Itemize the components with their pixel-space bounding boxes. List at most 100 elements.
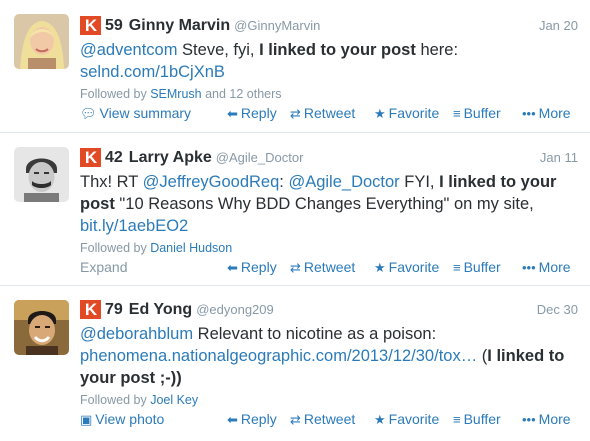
tweet-actions: Expand ⬅︎ Reply ⇄ Retweet ★ Favorite ≡ Buffe…	[80, 259, 578, 279]
followed-by: Followed by Joel Key	[80, 393, 578, 407]
avatar[interactable]	[14, 147, 69, 202]
buffer-button[interactable]: ≡ Buffer	[453, 105, 501, 121]
followed-by: Followed by Daniel Hudson	[80, 241, 578, 255]
retweet-button[interactable]: ⇄ Retweet	[290, 411, 355, 428]
more-label: More	[538, 411, 571, 427]
favorite-button[interactable]: ★ Favorite	[374, 259, 439, 276]
reply-label: Reply	[240, 411, 277, 427]
followed-prefix: Followed by	[80, 87, 151, 101]
tweet-actions: ▣ View photo ⬅︎ Reply ⇄ Retweet ★ Favorite ≡…	[80, 411, 578, 431]
mention-link[interactable]: @deborahblum	[80, 325, 193, 343]
text-segment: ;-))	[155, 369, 182, 387]
url-link[interactable]: bit.ly/1aebEO2	[80, 217, 188, 235]
text-segment: here:	[415, 41, 459, 59]
tweet-item[interactable]: K 59 Ginny Marvin @GinnyMarvin Jan 20 @adve…	[0, 0, 590, 133]
text-segment: Relevant to nicotine as a poison:	[193, 325, 437, 343]
tweet-timeline: K 59 Ginny Marvin @GinnyMarvin Jan 20 @adve…	[0, 0, 590, 441]
followed-suffix: and 12 others	[201, 87, 282, 101]
author-name[interactable]: Larry Apke	[129, 149, 212, 166]
view-summary-label: View summary	[99, 105, 192, 121]
followed-prefix: Followed by	[80, 241, 151, 255]
author-name[interactable]: Ginny Marvin	[129, 17, 230, 34]
favorite-label: Favorite	[388, 105, 440, 121]
followed-by: Followed by SEMrush and 12 others	[80, 87, 578, 101]
view-summary-button[interactable]: 💬︎ View summary	[80, 105, 191, 122]
mention-link[interactable]: @JeffreyGoodReq	[143, 173, 280, 191]
tweet-timestamp[interactable]: Jan 11	[540, 150, 578, 165]
buffer-label: Buffer	[463, 259, 501, 275]
more-button[interactable]: ••• More	[522, 259, 571, 275]
bold-text: I linked to your post	[259, 41, 416, 59]
dots-icon: •••	[522, 106, 536, 121]
favorite-label: Favorite	[388, 411, 440, 427]
retweet-label: Retweet	[303, 105, 356, 121]
avatar-photo-icon	[14, 147, 69, 202]
buffer-label: Buffer	[463, 105, 501, 121]
klout-badge-icon: K	[80, 148, 101, 167]
tweet-text: @deborahblum Relevant to nicotine as a p…	[80, 323, 578, 389]
retweet-button[interactable]: ⇄ Retweet	[290, 105, 355, 122]
tweet-item[interactable]: K 79 Ed Yong @edyong209 Dec 30 @deborahblum…	[0, 286, 590, 441]
photo-icon: ▣	[80, 412, 93, 427]
author-handle[interactable]: @edyong209	[196, 302, 274, 317]
reply-arrow-icon: ⬅︎	[227, 260, 238, 275]
star-icon: ★	[374, 106, 386, 121]
reply-label: Reply	[240, 259, 277, 275]
reply-arrow-icon: ⬅︎	[227, 106, 238, 121]
star-icon: ★	[374, 412, 386, 427]
view-photo-label: View photo	[95, 411, 165, 427]
follower-link[interactable]: Joel Key	[150, 393, 198, 407]
view-photo-button[interactable]: ▣ View photo	[80, 411, 164, 428]
reply-button[interactable]: ⬅︎ Reply	[227, 105, 277, 122]
text-segment: Thx! RT	[80, 173, 143, 191]
author-handle[interactable]: @Agile_Doctor	[216, 150, 304, 165]
expand-button[interactable]: Expand	[80, 259, 127, 275]
tweet-text: @adventcom Steve, fyi, I linked to your …	[80, 39, 578, 83]
klout-badge-icon: K	[80, 300, 101, 319]
text-segment: FYI,	[399, 173, 440, 191]
reply-arrow-icon: ⬅︎	[227, 412, 238, 427]
retweet-icon: ⇄	[290, 106, 301, 121]
retweet-label: Retweet	[303, 411, 356, 427]
klout-badge-icon: K	[80, 16, 101, 35]
url-link[interactable]: phenomena.nationalgeographic.com/2013/12…	[80, 347, 477, 365]
more-label: More	[538, 259, 571, 275]
followed-prefix: Followed by	[80, 393, 151, 407]
dots-icon: •••	[522, 412, 536, 427]
mention-link[interactable]: @adventcom	[80, 41, 177, 59]
author-name[interactable]: Ed Yong	[129, 301, 192, 318]
tweet-timestamp[interactable]: Jan 20	[539, 18, 578, 33]
buffer-stack-icon: ≡	[453, 412, 461, 427]
follower-link[interactable]: SEMrush	[150, 87, 201, 101]
buffer-button[interactable]: ≡ Buffer	[453, 411, 501, 427]
favorite-label: Favorite	[388, 259, 440, 275]
author-handle[interactable]: @GinnyMarvin	[234, 18, 320, 33]
more-label: More	[538, 105, 571, 121]
reply-button[interactable]: ⬅︎ Reply	[227, 259, 277, 276]
reply-button[interactable]: ⬅︎ Reply	[227, 411, 277, 428]
mention-link[interactable]: @Agile_Doctor	[288, 173, 399, 191]
text-segment: "10 Reasons Why BDD Changes Everything" …	[114, 195, 534, 213]
buffer-button[interactable]: ≡ Buffer	[453, 259, 501, 275]
retweet-label: Retweet	[303, 259, 356, 275]
more-button[interactable]: ••• More	[522, 105, 571, 121]
more-button[interactable]: ••• More	[522, 411, 571, 427]
avatar-photo-icon	[14, 300, 69, 355]
follower-link[interactable]: Daniel Hudson	[150, 241, 232, 255]
tweet-actions: 💬︎ View summary ⬅︎ Reply ⇄ Retweet ★ Favorit…	[80, 105, 578, 125]
tweet-timestamp[interactable]: Dec 30	[537, 302, 578, 317]
retweet-icon: ⇄	[290, 260, 301, 275]
dots-icon: •••	[522, 260, 536, 275]
favorite-button[interactable]: ★ Favorite	[374, 411, 439, 428]
star-icon: ★	[374, 260, 386, 275]
buffer-stack-icon: ≡	[453, 106, 461, 121]
reply-label: Reply	[240, 105, 277, 121]
favorite-button[interactable]: ★ Favorite	[374, 105, 439, 122]
avatar[interactable]	[14, 14, 69, 69]
tweet-text: Thx! RT @JeffreyGoodReq: @Agile_Doctor F…	[80, 171, 578, 237]
retweet-button[interactable]: ⇄ Retweet	[290, 259, 355, 276]
klout-score: 79	[105, 300, 123, 318]
tweet-item[interactable]: K 42 Larry Apke @Agile_Doctor Jan 11 Thx! R…	[0, 133, 590, 286]
url-link[interactable]: selnd.com/1bCjXnB	[80, 63, 225, 81]
avatar[interactable]	[14, 300, 69, 355]
